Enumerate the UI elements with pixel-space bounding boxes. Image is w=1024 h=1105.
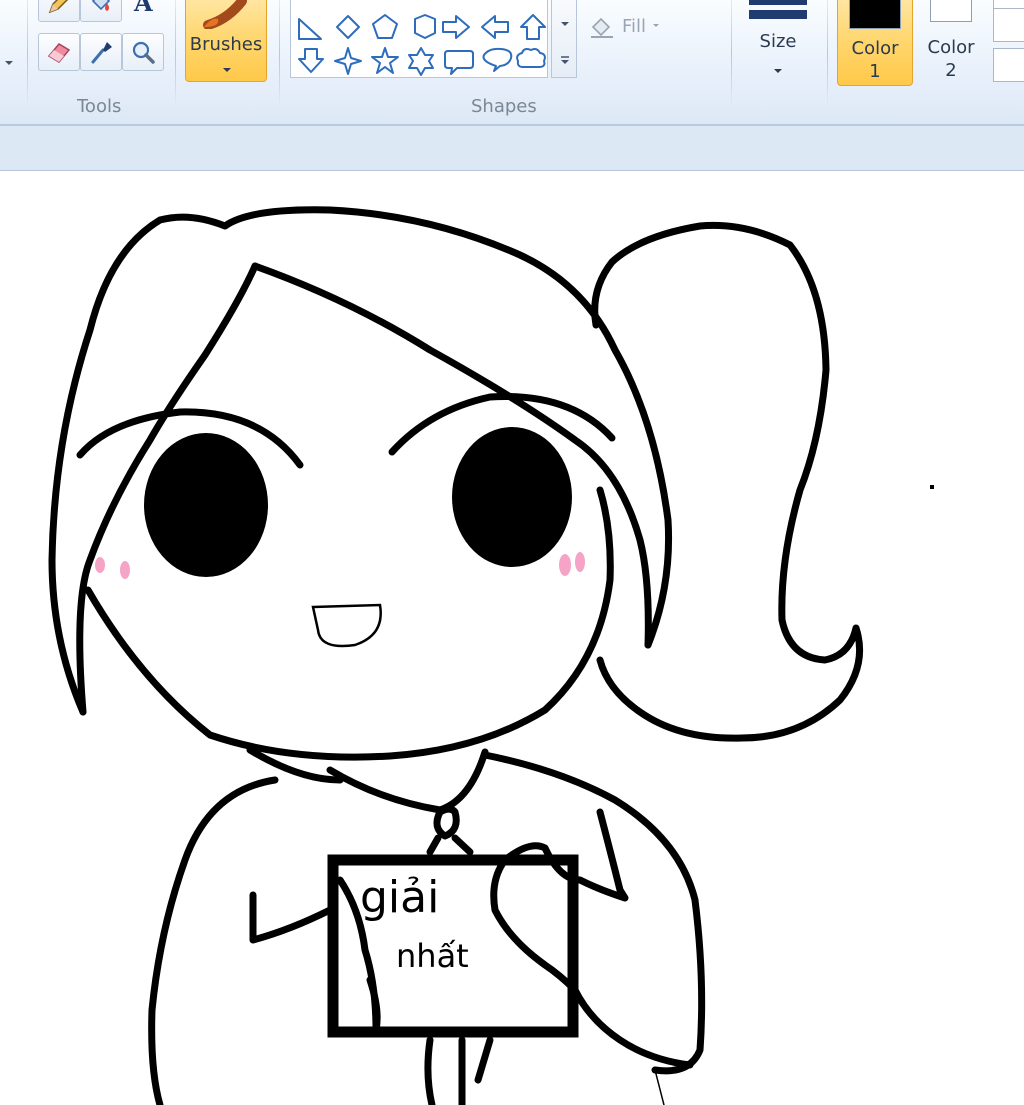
dropdown-arrow-icon[interactable] (4, 60, 14, 68)
color2-button[interactable]: Color 2 (918, 0, 984, 86)
magnifier-icon (132, 41, 155, 64)
fill-label: Fill (622, 15, 647, 37)
shapes-gallery (290, 0, 548, 78)
sign-text-line2: nhất (396, 937, 469, 975)
group-separator (827, 0, 828, 108)
color1-label: Color (851, 38, 899, 59)
body-right (481, 751, 706, 1075)
rounded-callout-shape[interactable] (444, 50, 474, 75)
five-point-star-shape[interactable] (371, 47, 399, 74)
pentagon-shape[interactable] (372, 14, 398, 39)
left-eye (144, 433, 268, 577)
color2-number: 2 (945, 60, 957, 81)
blush-left (95, 557, 105, 573)
text-icon: A (133, 0, 153, 17)
diamond-shape[interactable] (336, 15, 360, 39)
shapes-gallery-scroller[interactable] (551, 0, 577, 78)
line-size-icon (749, 0, 807, 19)
color1-swatch (849, 0, 901, 29)
collar (326, 748, 489, 814)
down-arrow-shape[interactable] (298, 48, 324, 73)
group-separator (279, 0, 280, 108)
palette-color-cell[interactable] (993, 8, 1024, 42)
group-separator (27, 0, 28, 108)
size-label: Size (759, 31, 797, 52)
stray-dot (930, 485, 934, 489)
four-point-star-shape[interactable] (334, 47, 362, 75)
color-picker-icon (91, 42, 112, 64)
blush-right (575, 552, 585, 572)
left-arrow-shape[interactable] (481, 15, 509, 39)
chevron-down-icon (774, 69, 782, 73)
brush-icon (203, 0, 247, 29)
tie-lines (426, 834, 474, 856)
more-shapes-icon (561, 56, 569, 64)
stroke-tail (654, 1069, 665, 1105)
ponytail (591, 221, 864, 742)
drawing: giải nhất (48, 206, 934, 1105)
dress-line (424, 1036, 436, 1105)
fill-bucket-icon (91, 0, 111, 11)
up-arrow-shape[interactable] (520, 14, 546, 40)
eraser-icon (47, 43, 71, 63)
fill-icon (591, 17, 613, 38)
size-button[interactable]: Size (748, 0, 808, 84)
magnifier-tool-button[interactable] (122, 33, 164, 71)
left-hand (249, 891, 334, 944)
mouth (311, 603, 382, 648)
hair-part-right (251, 262, 652, 649)
fill-bucket-tool-button[interactable] (80, 0, 122, 22)
canvas-workspace-strip (0, 126, 1024, 171)
color-picker-tool-button[interactable] (80, 33, 122, 71)
eraser-tool-button[interactable] (38, 33, 80, 71)
right-triangle-shape[interactable] (298, 18, 322, 40)
fill-button[interactable]: Fill (588, 8, 660, 44)
blush-left (120, 561, 130, 579)
neck-tie (433, 805, 460, 840)
oval-callout-shape[interactable] (482, 47, 513, 72)
chevron-down-icon (223, 68, 231, 72)
group-separator (175, 0, 176, 108)
text-tool-button[interactable]: A (122, 0, 164, 22)
right-eye (452, 427, 572, 567)
six-point-star-shape[interactable] (408, 47, 434, 76)
cloud-callout-shape[interactable] (516, 48, 546, 68)
pencil-tool-button[interactable] (38, 0, 80, 22)
scroll-down-icon (561, 22, 569, 26)
hexagon-shape[interactable] (414, 14, 436, 39)
dress-line (474, 1036, 494, 1084)
color2-label: Color (927, 37, 975, 58)
color2-swatch (930, 0, 972, 22)
shapes-gallery-grid (298, 14, 546, 76)
ribbon: A Tools Brushes Fill Shapes Size Color 1… (0, 0, 1024, 126)
pencil-icon (48, 0, 69, 14)
drawing-canvas[interactable]: giải nhất (0, 171, 1024, 1105)
sign-text-line1: giải (360, 872, 439, 923)
palette-color-cell[interactable] (993, 48, 1024, 82)
svg-text:A: A (133, 0, 153, 17)
brushes-label: Brushes (189, 34, 263, 55)
chevron-down-icon (653, 24, 660, 27)
shapes-group-label: Shapes (471, 96, 537, 117)
tools-group-label: Tools (77, 96, 122, 117)
color1-number: 1 (869, 61, 881, 82)
brushes-button[interactable]: Brushes (185, 0, 267, 82)
group-separator (731, 0, 732, 108)
right-arrow-shape[interactable] (442, 15, 470, 39)
color1-button[interactable]: Color 1 (837, 0, 913, 86)
blush-right (559, 554, 571, 576)
